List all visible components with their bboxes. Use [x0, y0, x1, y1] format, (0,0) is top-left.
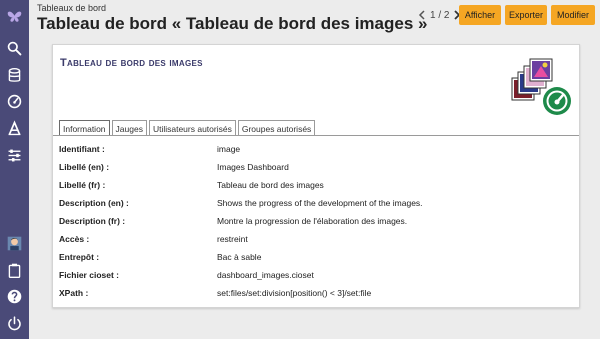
field-label: Libellé (en) : — [59, 162, 110, 172]
sidebar — [0, 0, 29, 339]
page-title: Tableau de bord « Tableau de bord des im… — [37, 14, 428, 33]
tab-information[interactable]: Information — [59, 120, 110, 136]
help-icon[interactable] — [4, 286, 25, 307]
field-value: Images Dashboard — [217, 162, 289, 172]
field-label: Identifiant : — [59, 144, 105, 154]
field-value: restreint — [217, 234, 248, 244]
avatar[interactable] — [4, 233, 25, 254]
field-label: Accès : — [59, 234, 90, 244]
tab-divider — [53, 135, 579, 136]
clipboard-icon[interactable] — [4, 260, 25, 281]
field-label: Description (en) : — [59, 198, 129, 208]
butterfly-icon[interactable] — [4, 7, 25, 28]
sliders-icon[interactable] — [4, 145, 25, 166]
pager-count: 1 / 2 — [430, 9, 450, 21]
field-value: Montre la progression de l'élaboration d… — [217, 216, 408, 226]
power-icon[interactable] — [4, 313, 25, 334]
database-icon[interactable] — [4, 65, 25, 86]
field-label: XPath : — [59, 288, 89, 298]
pager: 1 / 2 — [417, 7, 462, 23]
field-value: set:files/set:division[position() < 3]/s… — [217, 288, 372, 298]
tab-authorized-users[interactable]: Utilisateurs autorisés — [148, 120, 236, 136]
field-value: dashboard_images.cioset — [217, 270, 314, 280]
field-value: image — [217, 144, 241, 154]
field-label: Fichier cioset : — [59, 270, 119, 280]
tab-gauges[interactable]: Jauges — [111, 120, 147, 136]
field-label: Entrepôt : — [59, 252, 100, 262]
gauge-icon[interactable] — [4, 91, 25, 112]
card-title: Tableau de bord des images — [60, 57, 203, 69]
dashboard-images-logo — [511, 58, 571, 115]
tab-authorized-groups[interactable]: Groupes autorisés — [237, 120, 316, 136]
field-value: Tableau de bord des images — [217, 180, 324, 190]
field-value: Shows the progress of the development of… — [217, 198, 423, 208]
field-label: Description (fr) : — [59, 216, 126, 226]
chevron-left-icon[interactable] — [417, 8, 427, 22]
field-label: Libellé (fr) : — [59, 180, 106, 190]
display-button[interactable]: Afficher — [459, 5, 501, 25]
dashboard-card: Tableau de bord des images Information J… — [52, 44, 580, 308]
breadcrumb[interactable]: Tableaux de bord — [37, 3, 106, 13]
edit-button[interactable]: Modifier — [551, 5, 595, 25]
field-value: Bac à sable — [217, 252, 262, 262]
text-icon[interactable] — [4, 118, 25, 139]
search-icon[interactable] — [4, 38, 25, 59]
export-button[interactable]: Exporter — [505, 5, 547, 25]
